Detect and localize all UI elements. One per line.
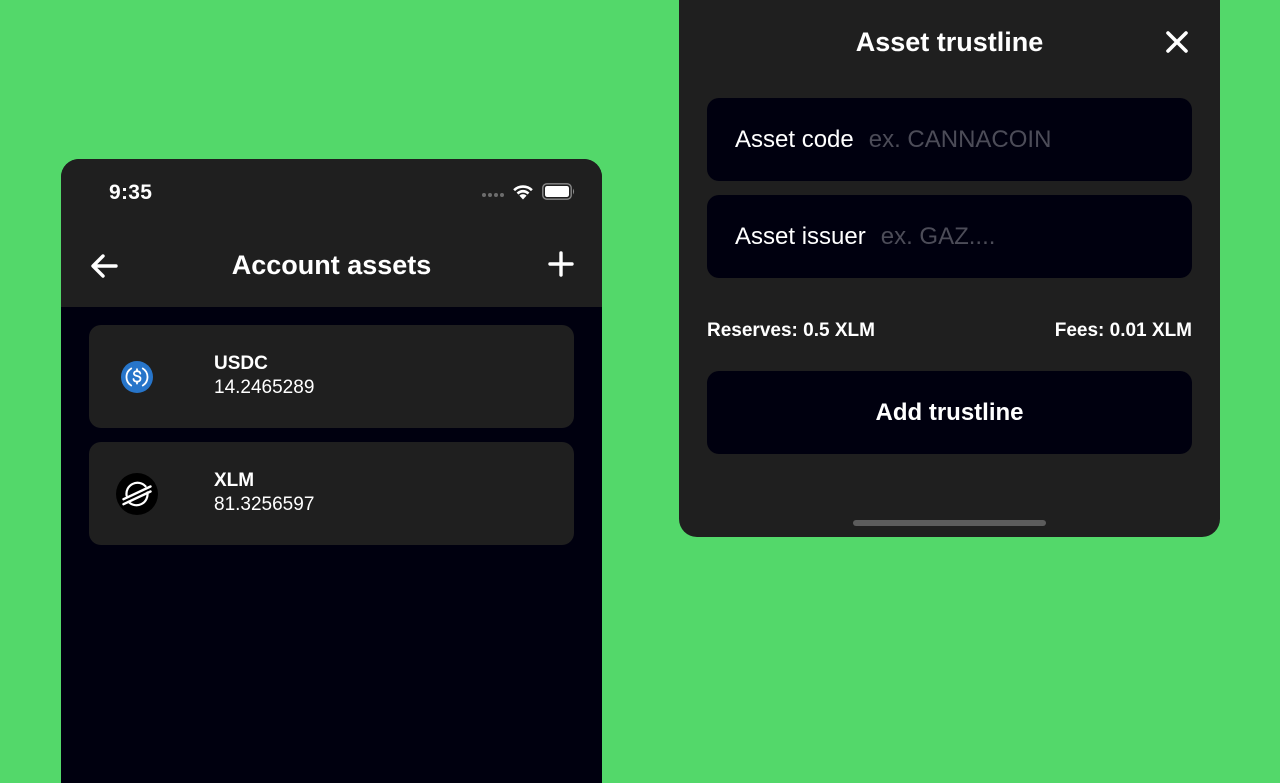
wifi-icon bbox=[513, 185, 533, 200]
asset-list-item-usdc[interactable]: USDC 14.2465289 bbox=[89, 325, 574, 428]
asset-trustline-modal: Asset trustline Asset code Asset issuer … bbox=[679, 0, 1220, 537]
stellar-icon bbox=[116, 473, 158, 515]
asset-balance: 14.2465289 bbox=[214, 377, 315, 398]
home-indicator bbox=[853, 520, 1046, 526]
asset-issuer-field[interactable]: Asset issuer bbox=[707, 195, 1192, 278]
fees-text: Fees: 0.01 XLM bbox=[1054, 320, 1192, 341]
canvas: 9:35 Account assets USDC 14.2465289 XLM … bbox=[0, 0, 1280, 783]
asset-code-field[interactable]: Asset code bbox=[707, 98, 1192, 181]
asset-issuer-input[interactable] bbox=[880, 222, 1192, 251]
battery-icon bbox=[542, 183, 575, 200]
add-asset-plus-icon[interactable] bbox=[548, 251, 574, 277]
status-time: 9:35 bbox=[109, 181, 153, 204]
navigation-bar: Account assets bbox=[61, 245, 602, 289]
asset-balance: 81.3256597 bbox=[214, 494, 315, 515]
add-trustline-button[interactable]: Add trustline bbox=[707, 371, 1192, 454]
page-title: Account assets bbox=[231, 250, 432, 280]
asset-issuer-label: Asset issuer bbox=[735, 222, 866, 250]
asset-code-input[interactable] bbox=[868, 125, 1192, 154]
account-assets-screen: 9:35 Account assets USDC 14.2465289 XLM … bbox=[61, 159, 602, 783]
cellular-signal-icon bbox=[482, 192, 504, 197]
asset-code: XLM bbox=[214, 470, 255, 491]
screen-header: 9:35 Account assets bbox=[61, 159, 602, 307]
fee-info-row: Reserves: 0.5 XLM Fees: 0.01 XLM bbox=[707, 320, 1192, 344]
asset-code-label: Asset code bbox=[735, 125, 854, 153]
asset-list-item-xlm[interactable]: XLM 81.3256597 bbox=[89, 442, 574, 545]
close-icon[interactable] bbox=[1163, 28, 1191, 56]
usdc-icon bbox=[121, 361, 153, 393]
asset-code: USDC bbox=[214, 353, 268, 374]
reserves-text: Reserves: 0.5 XLM bbox=[707, 320, 875, 341]
status-indicators bbox=[482, 183, 576, 200]
modal-title: Asset trustline bbox=[855, 27, 1044, 57]
